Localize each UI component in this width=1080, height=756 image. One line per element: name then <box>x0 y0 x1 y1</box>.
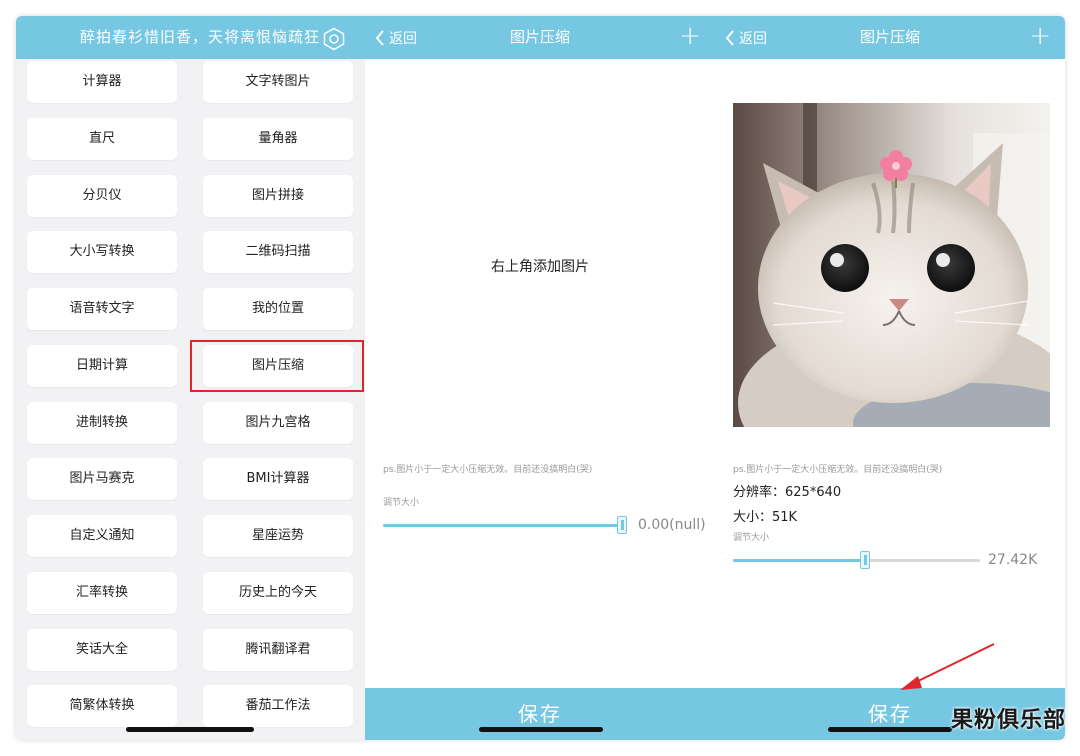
tool-item[interactable]: 历史上的今天 <box>203 571 353 614</box>
screenshot-frame: 醉拍春衫惜旧香，天将离恨恼疏狂 计算器 文字转图片 直尺 量角器 分贝仪 图片拼接 大小写转… <box>16 16 1065 740</box>
tool-item[interactable]: 图片拼接 <box>203 174 353 217</box>
size-label: 大小： <box>733 510 773 525</box>
watermark-text: 果粉俱乐部 <box>950 708 1066 733</box>
tool-item[interactable]: 量角器 <box>203 117 353 160</box>
slider-fill <box>383 524 623 527</box>
tool-item[interactable]: BMI计算器 <box>203 458 353 501</box>
slider-thumb[interactable] <box>617 516 627 534</box>
tool-item[interactable]: 文字转图片 <box>203 61 353 103</box>
tool-item[interactable]: 语音转文字 <box>27 288 177 330</box>
resolution-label: 分辨率： <box>733 485 786 500</box>
compress-empty-screen: 返回 图片压缩 + 右上角添加图片 ps.图片小于一定大小压缩无效。目前还没搞明… <box>365 16 715 740</box>
tool-item[interactable]: 计算器 <box>27 61 177 103</box>
highlight-annotation <box>190 340 364 392</box>
red-arrow-annotation <box>900 643 995 690</box>
add-image-button[interactable]: + <box>1029 16 1051 59</box>
tool-item[interactable]: 简繁体转换 <box>27 685 177 728</box>
slider-label: 调节大小 <box>383 498 420 508</box>
nav-title: 图片压缩 <box>509 28 570 46</box>
tool-item[interactable]: 日期计算 <box>27 344 177 387</box>
tools-header: 醉拍春衫惜旧香，天将离恨恼疏狂 <box>16 16 365 59</box>
tool-item[interactable]: 自定义通知 <box>27 515 177 557</box>
tool-item[interactable]: 大小写转换 <box>27 231 177 274</box>
header-title: 醉拍春衫惜旧香，天将离恨恼疏狂 <box>80 28 321 46</box>
slider-thumb[interactable] <box>860 551 871 569</box>
tool-item[interactable]: 腾讯翻译君 <box>203 628 353 671</box>
tool-item[interactable]: 分贝仪 <box>27 174 177 217</box>
home-indicator <box>126 727 254 732</box>
size-row: 大小：51K <box>733 506 797 525</box>
slider-value: 0.00(null) <box>638 517 706 533</box>
add-image-button[interactable]: + <box>679 16 701 59</box>
hexagon-settings-icon[interactable] <box>322 27 346 51</box>
tool-item[interactable]: 笑话大全 <box>27 628 177 671</box>
resolution-value: 625*640 <box>785 485 842 500</box>
nav-title: 图片压缩 <box>859 28 920 46</box>
size-value: 51K <box>772 510 798 525</box>
size-slider[interactable] <box>383 516 627 534</box>
compress-note: ps.图片小于一定大小压缩无效。目前还没搞明白(哭) <box>383 465 593 475</box>
tool-item[interactable]: 进制转换 <box>27 401 177 444</box>
compress-note: ps.图片小于一定大小压缩无效。目前还没搞明白(哭) <box>733 465 943 475</box>
save-button[interactable]: 保存 <box>365 688 715 740</box>
tool-item[interactable]: 直尺 <box>27 117 177 160</box>
slider-value: 27.42K <box>988 552 1038 568</box>
tool-item[interactable]: 图片九宫格 <box>203 401 353 444</box>
resolution-row: 分辨率：625*640 <box>733 481 841 500</box>
home-indicator <box>479 727 603 732</box>
size-slider[interactable] <box>733 551 980 569</box>
slider-label: 调节大小 <box>733 533 770 543</box>
slider-fill <box>733 559 867 562</box>
tool-item[interactable]: 汇率转换 <box>27 571 177 614</box>
tool-item[interactable]: 番茄工作法 <box>203 685 353 728</box>
compress-image-screen: 返回 图片压缩 + ps.图片小于一定大小压缩无效。目前还没搞明白(哭) 分辨率… <box>715 16 1065 740</box>
tool-item[interactable]: 图片马赛克 <box>27 458 177 501</box>
tools-panel: 醉拍春衫惜旧香，天将离恨恼疏狂 计算器 文字转图片 直尺 量角器 分贝仪 图片拼接 大小写转… <box>16 16 365 740</box>
cat-photo <box>733 103 1050 427</box>
empty-hint: 右上角添加图片 <box>491 259 589 275</box>
home-indicator <box>828 727 952 732</box>
tool-item[interactable]: 我的位置 <box>203 288 353 330</box>
tool-item[interactable]: 星座运势 <box>203 515 353 557</box>
nav-bar: 返回 图片压缩 + <box>365 16 715 59</box>
tool-item[interactable]: 二维码扫描 <box>203 231 353 274</box>
nav-bar: 返回 图片压缩 + <box>715 16 1065 59</box>
